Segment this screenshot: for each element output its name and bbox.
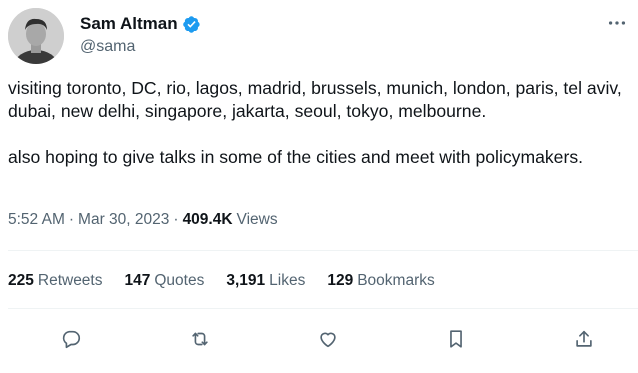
like-icon[interactable] bbox=[311, 322, 345, 356]
tweet-meta: 5:52 AM · Mar 30, 2023 · 409.4K Views bbox=[8, 211, 278, 229]
divider-bottom bbox=[8, 308, 638, 309]
tweet-actions bbox=[0, 322, 638, 356]
tweet-header: Sam Altman @sama bbox=[8, 8, 630, 64]
more-options-icon[interactable] bbox=[606, 12, 628, 34]
reply-icon[interactable] bbox=[54, 322, 88, 356]
share-icon[interactable] bbox=[567, 322, 601, 356]
bookmarks-count: 129 bbox=[327, 272, 354, 289]
avatar[interactable] bbox=[8, 8, 64, 64]
likes-count: 3,191 bbox=[226, 272, 266, 289]
meta-separator-2: · bbox=[173, 211, 179, 228]
quotes-label: Quotes bbox=[154, 272, 205, 289]
retweet-icon[interactable] bbox=[183, 322, 217, 356]
divider-top bbox=[8, 250, 638, 251]
author-display-name[interactable]: Sam Altman bbox=[80, 14, 178, 34]
retweets-stat[interactable]: 225 Retweets bbox=[8, 272, 103, 290]
verified-badge-icon[interactable] bbox=[182, 15, 201, 34]
retweets-label: Retweets bbox=[37, 272, 103, 289]
meta-separator: · bbox=[68, 211, 75, 228]
tweet-text: visiting toronto, DC, rio, lagos, madrid… bbox=[8, 77, 630, 169]
tweet-paragraph-2: also hoping to give talks in some of the… bbox=[8, 147, 584, 167]
views-label: Views bbox=[236, 211, 278, 228]
tweet-time[interactable]: 5:52 AM bbox=[8, 211, 65, 229]
engagement-stats: 225 Retweets 147 Quotes 3,191 Likes 129 Book… bbox=[8, 272, 457, 290]
tweet-paragraph-1: visiting toronto, DC, rio, lagos, madrid… bbox=[8, 78, 622, 121]
tweet-date[interactable]: Mar 30, 2023 bbox=[78, 211, 169, 229]
retweets-count: 225 bbox=[8, 272, 34, 289]
quotes-stat[interactable]: 147 Quotes bbox=[125, 272, 205, 290]
bookmarks-stat[interactable]: 129 Bookmarks bbox=[327, 272, 434, 290]
likes-stat[interactable]: 3,191 Likes bbox=[226, 272, 305, 290]
likes-label: Likes bbox=[269, 272, 306, 289]
avatar-photo bbox=[8, 8, 64, 64]
bookmark-icon[interactable] bbox=[439, 322, 473, 356]
quotes-count: 147 bbox=[124, 272, 151, 289]
author-name-row: Sam Altman bbox=[80, 14, 201, 34]
views-count: 409.4K bbox=[182, 211, 233, 228]
bookmarks-label: Bookmarks bbox=[357, 272, 435, 289]
author-handle[interactable]: @sama bbox=[80, 38, 135, 56]
